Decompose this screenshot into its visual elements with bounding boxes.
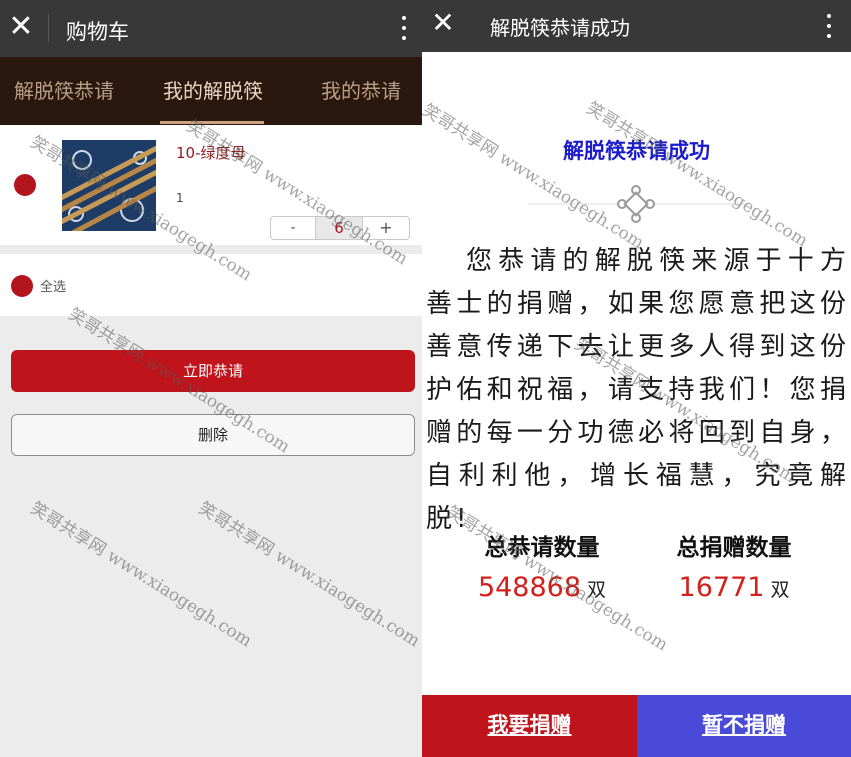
select-all-radio[interactable] bbox=[11, 275, 33, 297]
product-image bbox=[62, 140, 156, 231]
screenshot-root: ✕ 购物车 解脱筷恭请 我的解脱筷 我的恭请 10-绿度母 1 - 6 + 全选… bbox=[0, 0, 851, 757]
select-all-row: 全选 bbox=[0, 254, 422, 316]
donation-message: 您恭请的解脱筷来源于十方善士的捐赠，如果您愿意把这份善意传递下去让更多人得到这份… bbox=[426, 246, 850, 534]
success-page: ✕ 解脱筷恭请成功 解脱筷恭请成功 您恭请的解脱筷来源于十方善士的捐赠，如果您愿 bbox=[422, 0, 851, 757]
more-vertical-icon[interactable] bbox=[821, 8, 837, 44]
donate-button[interactable]: 我要捐赠 bbox=[422, 695, 637, 757]
total-requests-number: 548868 bbox=[477, 572, 582, 603]
request-now-button[interactable]: 立即恭请 bbox=[11, 350, 415, 392]
item-select-radio[interactable] bbox=[14, 174, 36, 196]
success-header: ✕ 解脱筷恭请成功 bbox=[422, 0, 851, 52]
tab-bar: 解脱筷恭请 我的解脱筷 我的恭请 bbox=[0, 57, 422, 125]
stats-row: 总恭请数量 总捐赠数量 548868 双 16771 双 bbox=[422, 528, 851, 608]
cart-item: 10-绿度母 1 - 6 + bbox=[0, 125, 422, 245]
total-donations-label: 总捐赠数量 bbox=[676, 535, 792, 561]
cart-header: ✕ 购物车 bbox=[0, 0, 422, 57]
delete-button[interactable]: 删除 bbox=[11, 414, 415, 456]
total-requests-value: 548868 双 bbox=[442, 572, 642, 603]
increment-button[interactable]: + bbox=[363, 217, 409, 239]
endless-knot-icon bbox=[528, 182, 744, 226]
close-icon[interactable]: ✕ bbox=[430, 8, 456, 38]
cart-page: ✕ 购物车 解脱筷恭请 我的解脱筷 我的恭请 10-绿度母 1 - 6 + 全选… bbox=[0, 0, 422, 757]
total-requests-unit: 双 bbox=[587, 579, 607, 601]
total-donations-number: 16771 bbox=[678, 572, 765, 603]
page-title: 购物车 bbox=[66, 20, 129, 44]
tab-my-chopsticks[interactable]: 我的解脱筷 bbox=[150, 57, 276, 125]
active-tab-indicator bbox=[160, 121, 264, 124]
quantity-value[interactable]: 6 bbox=[315, 217, 363, 239]
more-vertical-icon[interactable] bbox=[396, 10, 412, 46]
decrement-button[interactable]: - bbox=[271, 217, 315, 239]
tab-my-requests[interactable]: 我的恭请 bbox=[300, 57, 422, 125]
quantity-stepper: - 6 + bbox=[270, 216, 410, 240]
item-quantity-text: 1 bbox=[176, 191, 184, 205]
total-donations-value: 16771 双 bbox=[634, 572, 834, 603]
item-name: 10-绿度母 bbox=[176, 144, 246, 162]
total-requests-label: 总恭请数量 bbox=[484, 535, 600, 561]
header-divider bbox=[48, 14, 49, 42]
select-all-label[interactable]: 全选 bbox=[40, 276, 66, 295]
close-icon[interactable]: ✕ bbox=[8, 12, 34, 42]
skip-donation-button[interactable]: 暂不捐赠 bbox=[637, 695, 851, 757]
tab-request[interactable]: 解脱筷恭请 bbox=[0, 57, 128, 125]
dialog-title: 解脱筷恭请成功 bbox=[563, 139, 710, 163]
total-donations-unit: 双 bbox=[770, 579, 790, 601]
page-title: 解脱筷恭请成功 bbox=[490, 16, 630, 40]
